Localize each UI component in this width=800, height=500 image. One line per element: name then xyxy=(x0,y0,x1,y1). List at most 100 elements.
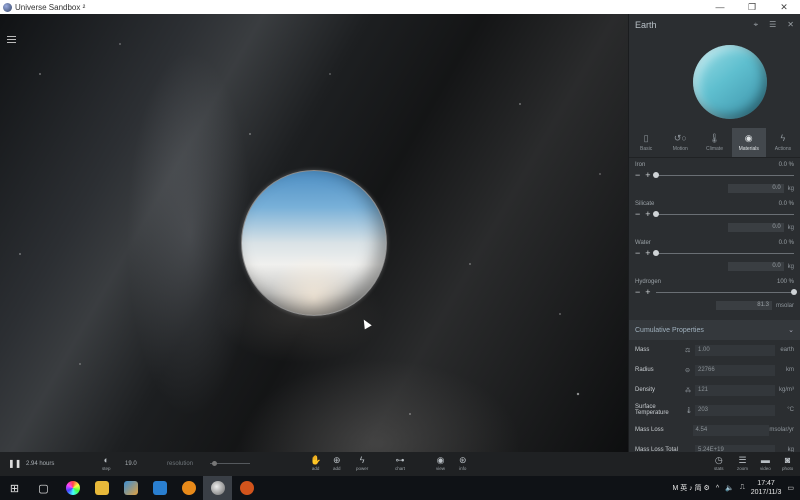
slider-knob[interactable] xyxy=(652,211,659,217)
start-button[interactable]: ⊞ xyxy=(0,476,29,500)
cumulative-properties-header[interactable]: Cumulative Properties ⌄ xyxy=(629,320,800,340)
step-control[interactable]: ◐ step xyxy=(102,455,111,472)
material-slider[interactable] xyxy=(652,172,794,178)
resolution-slider[interactable] xyxy=(210,461,250,466)
tab-motion[interactable]: ↺○ Motion xyxy=(663,128,697,157)
simulation-viewport[interactable] xyxy=(0,14,628,452)
folder-icon xyxy=(94,481,109,495)
windows-icon: ⊞ xyxy=(9,482,20,495)
prop-radius: Radius ⊖ 22766 km xyxy=(635,364,794,376)
chart-icon: ⊶ xyxy=(395,455,405,465)
focus-icon[interactable]: ⌖ xyxy=(754,20,759,30)
slider-knob[interactable] xyxy=(652,250,659,256)
taskbar-app-universe-sandbox[interactable] xyxy=(203,476,232,500)
universe-sandbox-icon xyxy=(210,481,225,495)
close-icon[interactable]: ✕ xyxy=(787,20,794,30)
chevron-up-icon[interactable]: ^ xyxy=(716,485,719,492)
tool-photo[interactable]: ◙ photo xyxy=(782,456,793,472)
list-icon[interactable]: ☰ xyxy=(769,20,776,30)
tab-materials[interactable]: ◉ Materials xyxy=(731,128,766,157)
lock-icon[interactable]: ⚖ xyxy=(685,347,695,354)
photos-icon xyxy=(123,481,138,495)
browser-icon xyxy=(181,481,196,495)
increase-button[interactable]: + xyxy=(645,210,650,219)
material-iron: Iron 0.0 % − + 0.0 kg xyxy=(635,162,794,193)
material-slider[interactable] xyxy=(655,289,797,295)
material-amount-field[interactable]: 0.0 xyxy=(727,184,784,193)
eye-icon: ◉ xyxy=(436,455,445,465)
volume-icon[interactable]: 🔈 xyxy=(725,484,734,492)
tool-info[interactable]: ⊛ info xyxy=(459,456,467,472)
tool-stats[interactable]: ◷ stats xyxy=(714,455,724,472)
close-button[interactable]: ✕ xyxy=(768,0,800,14)
tray-icons[interactable]: M 英 ♪ 简 ⚙ xyxy=(672,483,709,493)
window-title: Universe Sandbox ² xyxy=(15,2,86,12)
materials-icon: ◉ xyxy=(744,132,753,143)
slider-knob[interactable] xyxy=(791,289,797,295)
hand-icon: ✋ xyxy=(310,455,322,465)
prop-density: Density ⁂ 121 kg/m³ xyxy=(635,384,794,396)
properties-panel: Earth ⌖ ☰ ✕ ▯ Basic ↺○ Motion 🌡 Climate ◉ Ma… xyxy=(628,14,800,456)
taskbar-app-browser[interactable] xyxy=(174,476,203,500)
material-amount-field[interactable]: 81.3 xyxy=(715,301,772,310)
chevron-down-icon: ⌄ xyxy=(788,327,794,334)
increase-button[interactable]: + xyxy=(645,249,650,258)
tab-basic[interactable]: ▯ Basic xyxy=(629,128,663,157)
object-preview xyxy=(629,36,800,128)
decrease-button[interactable]: − xyxy=(635,249,640,258)
material-slider[interactable] xyxy=(652,211,794,217)
tool-video[interactable]: ▬ video xyxy=(760,456,771,472)
panel-header: Earth ⌖ ☰ ✕ xyxy=(629,14,800,36)
material-amount-field[interactable]: 0.0 xyxy=(727,262,784,271)
preview-planet[interactable] xyxy=(692,45,767,119)
notification-icon[interactable]: ▭ xyxy=(787,484,794,492)
task-view-button[interactable]: ▢ xyxy=(29,476,58,500)
taskbar-app-store[interactable] xyxy=(145,476,174,500)
network-icon[interactable]: ⎍ xyxy=(740,484,745,492)
maximize-button[interactable]: ❐ xyxy=(736,0,768,14)
decrease-button[interactable]: − xyxy=(635,210,640,219)
resolution-label: resolution xyxy=(167,461,194,467)
app-icon xyxy=(239,481,254,495)
density-icon[interactable]: ⁂ xyxy=(685,387,695,394)
taskbar-app-other[interactable] xyxy=(232,476,261,500)
step-value[interactable]: 19.0 xyxy=(125,461,137,467)
planet-earth[interactable] xyxy=(241,170,387,316)
simulation-time: 2.94 hours xyxy=(26,461,55,467)
tool-zoom[interactable]: ☰ zoom xyxy=(737,456,748,472)
increase-button[interactable]: + xyxy=(645,171,650,180)
decrease-button[interactable]: − xyxy=(635,171,640,180)
slider-knob[interactable] xyxy=(212,461,217,466)
material-hydrogen: Hydrogen 100 % − + 81.3 msolar xyxy=(629,275,800,314)
clock-icon: ◷ xyxy=(714,455,723,465)
material-silicate: Silicate 0.0 % − + 0.0 kg xyxy=(635,201,794,232)
taskbar-app-explorer[interactable] xyxy=(87,476,116,500)
taskbar-app-color[interactable] xyxy=(58,476,87,500)
lightning-icon: ϟ xyxy=(780,132,786,143)
clock[interactable]: 17:47 2017/11/3 xyxy=(751,479,782,497)
increase-button[interactable]: + xyxy=(645,288,650,297)
decrease-button[interactable]: − xyxy=(635,288,640,297)
prop-mass-loss: Mass Loss 4.54 msolar/yr xyxy=(629,420,800,440)
step-icon: ◐ xyxy=(103,455,109,465)
orbit-icon: ↺○ xyxy=(673,132,687,143)
taskbar-app-photos[interactable] xyxy=(116,476,145,500)
radius-icon[interactable]: ⊖ xyxy=(685,367,695,374)
simulation-toolbar: ❚❚ 2.94 hours ◐ step 19.0 resolution ✋ add… xyxy=(0,452,800,476)
tab-actions[interactable]: ϟ Actions xyxy=(766,128,800,157)
tool-view[interactable]: ◉ view xyxy=(436,455,445,472)
tool-add[interactable]: ⊕ add xyxy=(333,456,341,472)
minimize-button[interactable]: — xyxy=(704,0,736,14)
tool-power[interactable]: ϟ power xyxy=(356,456,368,472)
tab-climate[interactable]: 🌡 Climate xyxy=(697,128,731,157)
pause-button[interactable]: ❚❚ xyxy=(8,459,21,468)
thermometer-icon[interactable]: 🌡 xyxy=(685,407,695,414)
material-water: Water 0.0 % − + 0.0 kg xyxy=(635,240,794,271)
tool-chart[interactable]: ⊶ chart xyxy=(395,455,405,472)
slider-knob[interactable] xyxy=(652,172,659,178)
material-slider[interactable] xyxy=(652,250,794,256)
material-amount-field[interactable]: 0.0 xyxy=(727,223,784,232)
tool-hand[interactable]: ✋ add xyxy=(310,455,322,472)
menu-icon[interactable] xyxy=(7,36,16,43)
store-icon xyxy=(152,481,167,495)
